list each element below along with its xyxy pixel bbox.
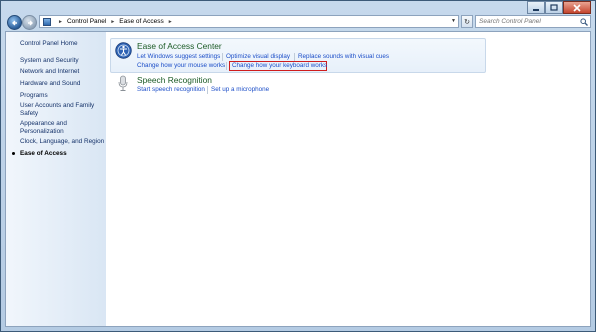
address-dropdown-icon[interactable]: ▼: [451, 18, 456, 24]
main-pane: Ease of Access Center Let Windows sugges…: [106, 32, 590, 326]
sidebar-control-panel-home[interactable]: Control Panel Home: [20, 40, 78, 48]
microphone-icon[interactable]: [118, 75, 128, 92]
control-panel-window: ► Control Panel ► Ease of Access ► ▼ ↻ C…: [0, 0, 596, 332]
ease-of-access-icon[interactable]: [115, 42, 132, 59]
replace-sounds-visual-cues-link[interactable]: Replace sounds with visual cues: [298, 53, 389, 60]
caption-buttons: [527, 1, 591, 14]
control-panel-folder-icon: [43, 17, 51, 26]
sidebar-item-clock-language[interactable]: Clock, Language, and Region: [20, 138, 104, 146]
task-divider: [226, 62, 227, 70]
breadcrumb-arrow-icon: ►: [167, 18, 173, 25]
breadcrumb-ease-of-access[interactable]: Ease of Access: [119, 18, 163, 25]
let-windows-suggest-settings-link[interactable]: Let Windows suggest settings: [137, 53, 220, 60]
sidebar-item-hardware-sound[interactable]: Hardware and Sound: [20, 80, 80, 88]
sidebar-item-appearance[interactable]: Appearance and Personalization: [20, 120, 80, 135]
refresh-icon: ↻: [464, 18, 470, 26]
refresh-button[interactable]: ↻: [461, 15, 473, 28]
breadcrumb-arrow-icon: ►: [110, 18, 116, 25]
minimize-icon: [533, 8, 539, 11]
close-button[interactable]: [563, 1, 591, 14]
maximize-icon: [550, 4, 558, 11]
optimize-visual-display-link[interactable]: Optimize visual display: [226, 53, 290, 60]
sidebar-item-ease-of-access: Ease of Access: [20, 150, 67, 157]
sidebar: Control Panel Home System and Security N…: [6, 32, 106, 326]
search-icon[interactable]: [580, 18, 588, 26]
change-mouse-link[interactable]: Change how your mouse works: [137, 62, 225, 69]
search-box[interactable]: [475, 15, 591, 28]
breadcrumb-arrow-icon: ►: [58, 18, 63, 25]
address-bar[interactable]: ► Control Panel ► Ease of Access ► ▼: [39, 15, 459, 28]
maximize-button[interactable]: [545, 1, 563, 14]
task-divider: [222, 53, 223, 61]
sidebar-item-system-security[interactable]: System and Security: [20, 57, 79, 65]
sidebar-item-programs[interactable]: Programs: [20, 92, 48, 100]
search-input[interactable]: [479, 18, 577, 25]
navigation-bar: ► Control Panel ► Ease of Access ► ▼ ↻: [5, 14, 591, 30]
back-arrow-icon: [11, 20, 17, 25]
minimize-button[interactable]: [527, 1, 545, 14]
task-divider: [207, 86, 208, 94]
close-icon: [573, 3, 581, 12]
forward-arrow-icon: [27, 20, 33, 25]
speech-recognition-title[interactable]: Speech Recognition: [137, 75, 212, 85]
forward-button[interactable]: [22, 15, 37, 30]
ease-of-access-center-title[interactable]: Ease of Access Center: [137, 41, 222, 51]
current-item-bullet-icon: [12, 152, 15, 155]
content-area: Control Panel Home System and Security N…: [5, 31, 591, 327]
task-divider: [294, 53, 295, 61]
start-speech-recognition-link[interactable]: Start speech recognition: [137, 86, 205, 93]
change-keyboard-link[interactable]: Change how your keyboard works: [232, 62, 327, 69]
set-up-microphone-link[interactable]: Set up a microphone: [211, 86, 269, 93]
sidebar-item-network-internet[interactable]: Network and Internet: [20, 68, 79, 76]
back-button[interactable]: [7, 15, 22, 30]
sidebar-item-user-accounts[interactable]: User Accounts and Family Safety: [20, 102, 98, 117]
breadcrumb-control-panel[interactable]: Control Panel: [67, 18, 106, 25]
